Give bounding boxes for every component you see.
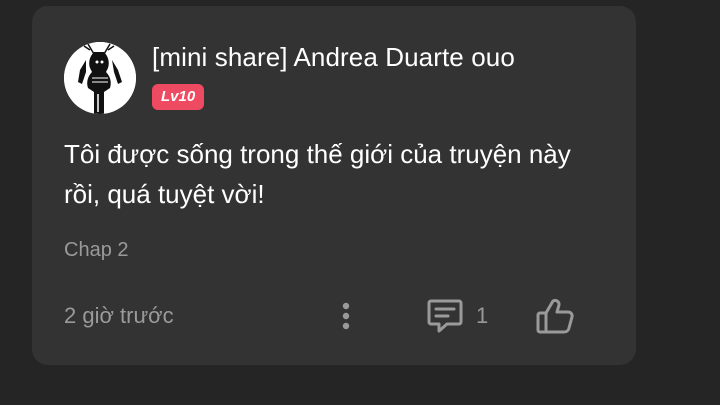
more-options-button[interactable] <box>334 296 358 336</box>
reply-button[interactable]: 1 <box>426 295 488 337</box>
avatar-image <box>64 42 136 114</box>
chapter-label[interactable]: Chap 2 <box>64 239 129 262</box>
timestamp: 2 giờ trước <box>64 303 174 328</box>
comment-card: [mini share] Andrea Duarte ouo Lv10 Tôi … <box>32 6 636 365</box>
more-vertical-icon <box>342 302 350 330</box>
reply-count: 1 <box>476 303 489 328</box>
username[interactable]: [mini share] Andrea Duarte ouo <box>152 42 515 73</box>
avatar[interactable] <box>64 42 136 114</box>
thumbs-up-icon <box>536 298 574 334</box>
like-button[interactable] <box>534 295 576 337</box>
comment-icon <box>427 299 463 333</box>
comment-text: Tôi được sống trong thế giới của truyện … <box>64 139 571 209</box>
level-badge: Lv10 <box>152 84 205 110</box>
